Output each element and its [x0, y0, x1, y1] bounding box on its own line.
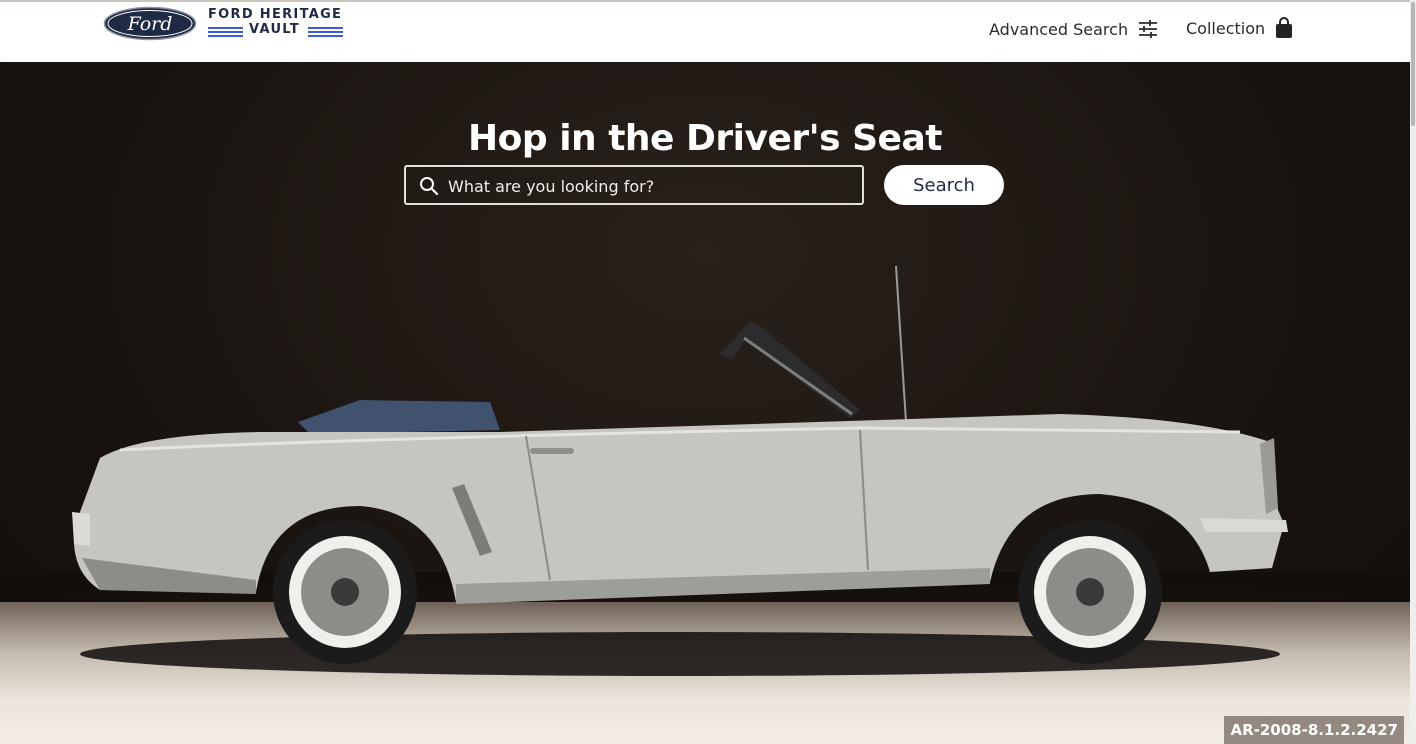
hero-section: Hop in the Driver's Seat Search AR-2008-…	[0, 62, 1410, 744]
collection-label: Collection	[1186, 18, 1266, 38]
hero-title: Hop in the Driver's Seat	[468, 118, 942, 160]
brand-subtitle: VAULT	[249, 22, 300, 37]
shopping-bag-icon	[1276, 17, 1293, 38]
search-icon	[420, 177, 439, 196]
ford-logo[interactable]: Ford	[103, 6, 197, 41]
ford-logo-script: Ford	[127, 13, 173, 35]
brand-stripes-left	[208, 27, 243, 37]
search-input[interactable]	[446, 167, 860, 205]
brand-title: FORD HERITAGE	[208, 7, 343, 22]
search-button[interactable]: Search	[884, 165, 1004, 205]
site-header: Ford FORD HERITAGE VAULT Advanced Search	[0, 0, 1416, 62]
sliders-icon	[1139, 20, 1158, 38]
brand-stripes-right	[308, 27, 343, 37]
scrollbar-thumb[interactable]	[1411, 2, 1415, 126]
advanced-search-label: Advanced Search	[989, 19, 1129, 39]
heritage-vault-wordmark[interactable]: FORD HERITAGE VAULT	[208, 7, 348, 41]
collection-link[interactable]: Collection	[1186, 15, 1293, 41]
image-id-caption: AR-2008-8.1.2.2427	[1224, 716, 1404, 744]
page-scrollbar[interactable]	[1410, 0, 1416, 744]
search-field[interactable]	[404, 165, 864, 205]
hero-car-image	[72, 265, 1288, 676]
advanced-search-link[interactable]: Advanced Search	[989, 17, 1158, 41]
